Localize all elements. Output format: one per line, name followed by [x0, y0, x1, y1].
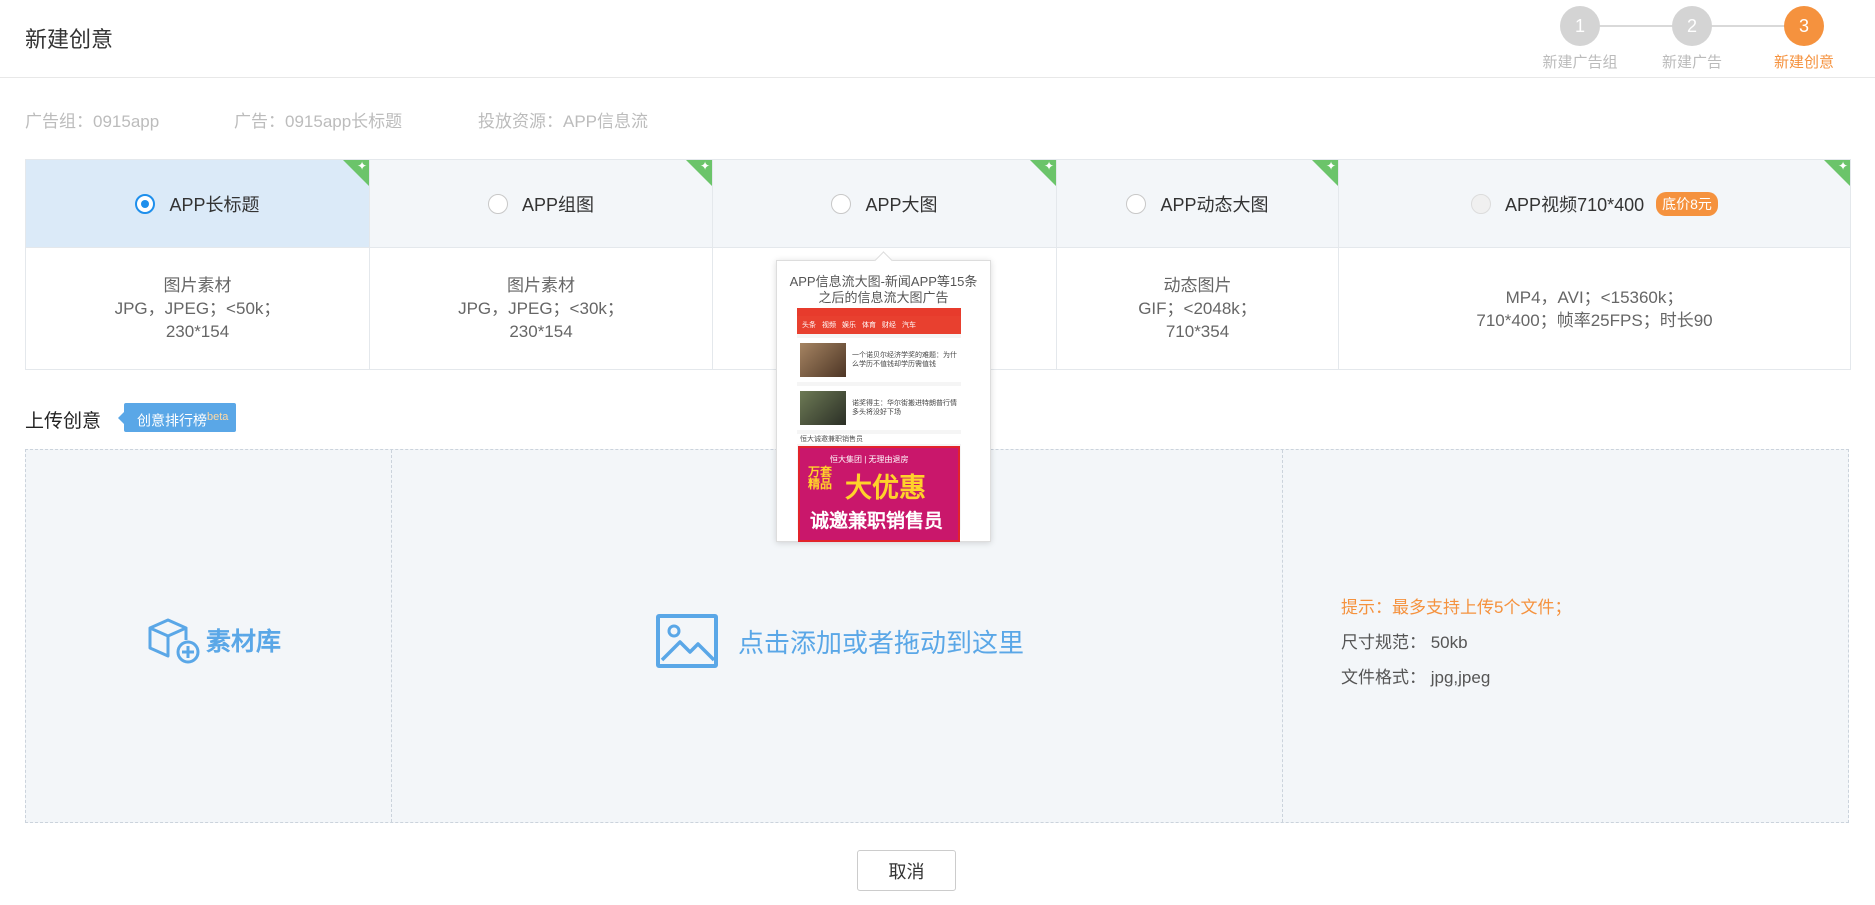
drop-zone-label: 点击添加或者拖动到这里	[738, 627, 1025, 658]
phone-nav-item: 财经	[882, 322, 896, 329]
phone-nav-item: 娱乐	[842, 322, 856, 329]
ad-banner: 恒大集团 | 无理由退房 万套精品 大优惠 诚邀兼职销售员	[798, 446, 960, 542]
spec-line: JPG，JPEG；<50k；	[114, 299, 281, 318]
news-thumbnail	[800, 343, 846, 377]
ad-group-info: 广告组：0915app	[25, 112, 160, 131]
type-header[interactable]: APP组图	[370, 160, 712, 248]
radio-icon[interactable]	[135, 193, 156, 214]
type-label: APP动态大图	[1160, 194, 1269, 215]
step-3-circle: 3	[1784, 6, 1824, 46]
step-indicator: 1 新建广告组 2 新建广告 3 新建创意	[1520, 6, 1860, 76]
step-1-label: 新建广告组	[1542, 54, 1618, 71]
spec-line: 230*154	[165, 322, 230, 341]
radio-icon[interactable]	[1471, 193, 1492, 214]
type-spec: MP4，AVI；<15360k； 710*400；帧率25FPS；时长90	[1339, 248, 1850, 369]
spec-line: 710*400；帧率25FPS；时长90	[1476, 310, 1713, 330]
star-icon: ✦	[699, 160, 710, 173]
type-option-long-title[interactable]: APP长标题 ✦ 图片素材 JPG，JPEG；<50k； 230*154	[26, 160, 370, 369]
type-label: APP大图	[865, 194, 938, 215]
type-spec: 图片素材 JPG，JPEG；<50k； 230*154	[26, 248, 369, 369]
upload-limit-tip: 提示：最多支持上传5个文件；	[1341, 598, 1572, 617]
type-header[interactable]: APP大图	[713, 160, 1056, 248]
size-spec: 尺寸规范： 50kb	[1341, 633, 1468, 652]
spec-line: 230*154	[509, 322, 573, 341]
news-thumbnail	[800, 391, 846, 425]
ad-info: 广告：0915app长标题	[234, 112, 403, 131]
type-header[interactable]: APP长标题	[26, 160, 369, 248]
popup-title: APP信息流大图-新闻APP等15条之后的信息流大图广告	[789, 274, 978, 305]
type-option-video[interactable]: APP视频710*400 底价8元 ✦ MP4，AVI；<15360k； 710…	[1339, 160, 1850, 369]
upload-divider	[1282, 450, 1283, 822]
step-2-label: 新建广告	[1661, 54, 1722, 71]
ad-label: 恒大诚邀兼职销售员	[797, 434, 961, 444]
phone-nav: 头条 视频 娱乐 体育 财经 汽车	[797, 316, 961, 334]
phone-nav-item: 头条	[802, 322, 816, 329]
star-icon: ✦	[1043, 160, 1054, 173]
material-library-label: 素材库	[206, 628, 282, 656]
phone-nav-item: 视频	[822, 322, 836, 329]
type-header[interactable]: APP动态大图	[1057, 160, 1338, 248]
spec-line: 图片素材	[507, 276, 575, 295]
star-icon: ✦	[1325, 160, 1336, 173]
upload-tips: 提示：最多支持上传5个文件； 尺寸规范： 50kb 文件格式： jpg,jpeg	[1341, 590, 1571, 695]
news-text: 诺奖得主：华尔街搬进特朗普行情 多头将没好下场	[852, 400, 957, 416]
step-1-circle: 1	[1560, 6, 1600, 46]
type-spec: 图片素材 JPG，JPEG；<30k； 230*154	[370, 248, 712, 369]
spec-line: 710*354	[1165, 322, 1230, 341]
step-2-circle: 2	[1672, 6, 1712, 46]
spec-line: MP4，AVI；<15360k；	[1505, 287, 1684, 307]
type-option-group-image[interactable]: APP组图 ✦ 图片素材 JPG，JPEG；<30k； 230*154	[370, 160, 713, 369]
phone-preview: 头条 视频 娱乐 体育 财经 汽车 一个诺贝尔经济学奖的难题：为什么学历不值钱却…	[797, 308, 961, 542]
spec-line: 动态图片	[1163, 276, 1232, 295]
ad-bottom-text: 诚邀兼职销售员	[810, 511, 944, 532]
star-icon: ✦	[1837, 160, 1848, 173]
phone-status-bar	[797, 308, 961, 316]
step-1: 1 新建广告组	[1520, 6, 1640, 72]
spec-line: JPG，JPEG；<30k；	[458, 299, 624, 318]
step-3: 3 新建创意	[1744, 6, 1864, 72]
type-spec: 动态图片 GIF；<2048k； 710*354	[1057, 248, 1338, 369]
creative-ranking-button[interactable]: 创意排行榜beta	[117, 403, 237, 432]
beta-tag: beta	[207, 411, 229, 423]
ad-top-text: 恒大集团 | 无理由退房	[830, 455, 909, 464]
page-title: 新建创意	[25, 27, 114, 52]
price-badge: 底价8元	[1656, 191, 1718, 216]
news-item: 一个诺贝尔经济学奖的难题：为什么学历不值钱却学历需值钱	[797, 338, 961, 382]
image-icon	[656, 614, 718, 668]
spec-line: GIF；<2048k；	[1138, 299, 1257, 318]
ad-big-text: 大优惠	[845, 473, 926, 503]
format-spec: 文件格式： jpg,jpeg	[1341, 668, 1491, 687]
material-library-button[interactable]: 素材库	[146, 616, 281, 664]
radio-icon[interactable]	[1126, 193, 1147, 214]
type-label: APP视频710*400	[1505, 194, 1645, 215]
phone-nav-item: 体育	[862, 322, 876, 329]
step-3-label: 新建创意	[1773, 54, 1834, 71]
type-label: APP组图	[521, 194, 595, 215]
header-divider	[0, 77, 1875, 78]
upload-divider	[391, 450, 392, 822]
news-item: 诺奖得主：华尔街搬进特朗普行情 多头将没好下场	[797, 386, 961, 430]
type-option-dynamic-image[interactable]: APP动态大图 ✦ 动态图片 GIF；<2048k； 710*354	[1057, 160, 1339, 369]
ranking-label: 创意排行榜	[137, 412, 207, 429]
phone-nav-item: 汽车	[902, 322, 916, 329]
file-drop-zone[interactable]: 点击添加或者拖动到这里	[656, 614, 1024, 668]
resource-info: 投放资源：APP信息流	[478, 112, 649, 131]
ad-small-text: 万套精品	[808, 465, 833, 491]
type-header[interactable]: APP视频710*400 底价8元	[1339, 160, 1850, 248]
upload-section-title: 上传创意	[25, 411, 102, 432]
step-2: 2 新建广告	[1632, 6, 1752, 72]
type-label: APP长标题	[169, 194, 260, 215]
preview-popup: APP信息流大图-新闻APP等15条之后的信息流大图广告 头条 视频 娱乐 体育…	[776, 251, 991, 542]
radio-icon[interactable]	[487, 193, 508, 214]
spec-line: 图片素材	[163, 276, 232, 295]
material-library-icon	[148, 618, 200, 664]
star-icon: ✦	[356, 160, 367, 173]
cancel-button[interactable]: 取消	[857, 850, 956, 891]
radio-icon[interactable]	[831, 193, 852, 214]
news-text: 一个诺贝尔经济学奖的难题：为什么学历不值钱却学历需值钱	[852, 352, 957, 368]
